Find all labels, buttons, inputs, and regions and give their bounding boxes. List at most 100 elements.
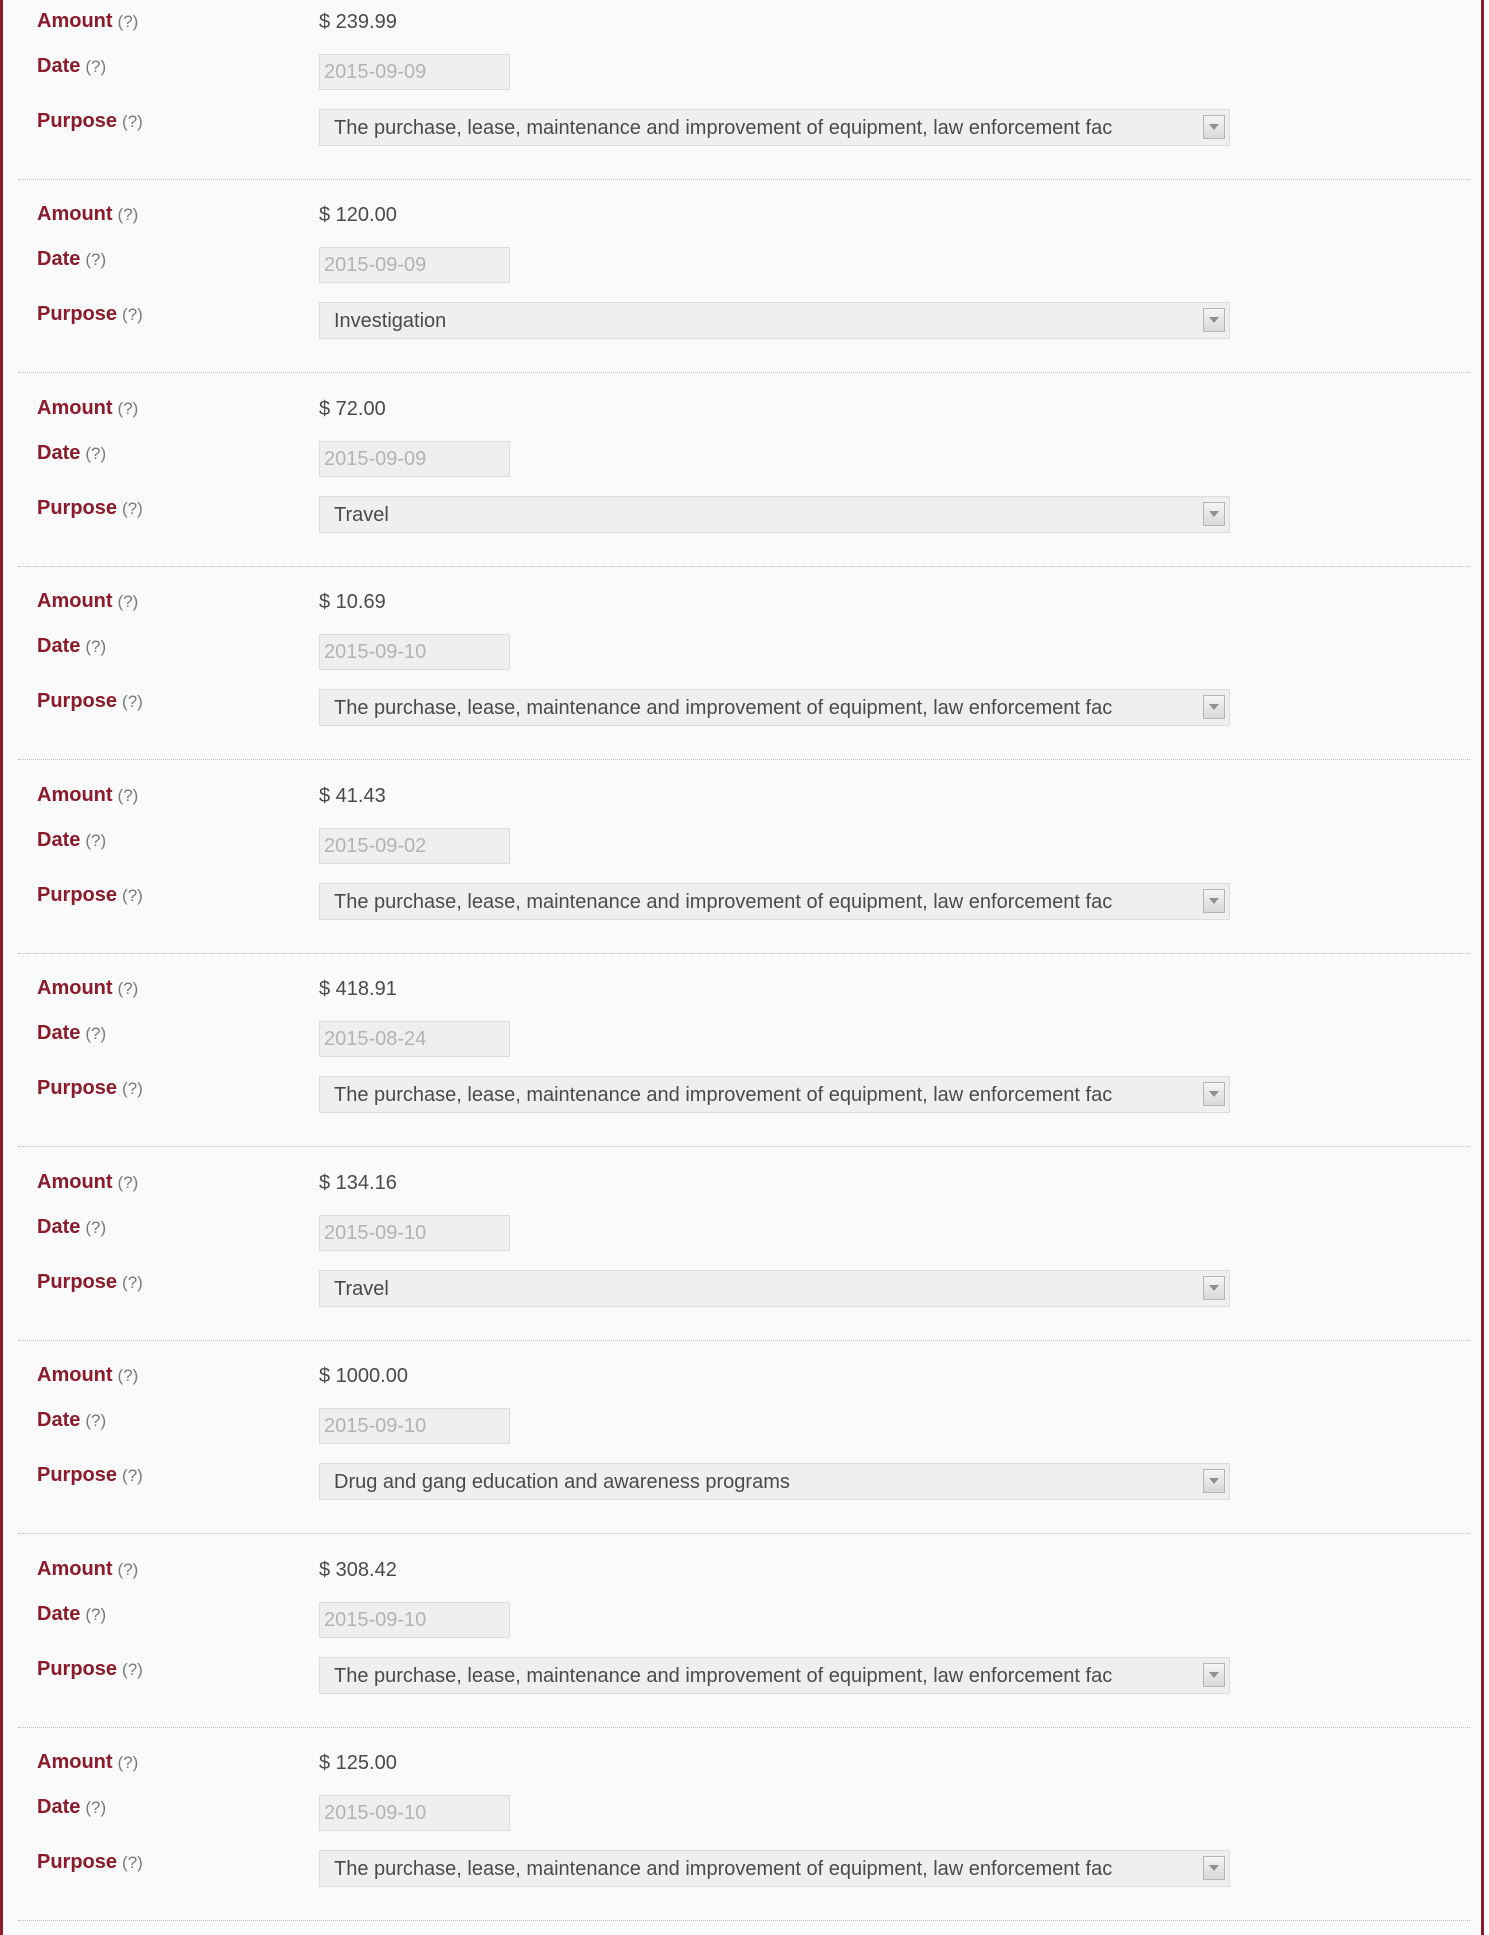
chevron-down-icon[interactable] (1203, 1082, 1225, 1106)
purpose-label: Purpose (?) (37, 1464, 143, 1486)
date-field[interactable]: 2015-08-24 (319, 1021, 510, 1057)
amount-label: Amount (?) (37, 1751, 139, 1773)
date-label: Date (?) (37, 248, 107, 270)
amount-help[interactable]: (?) (118, 1173, 139, 1192)
date-field[interactable]: 2015-09-10 (319, 1408, 510, 1444)
purpose-help[interactable]: (?) (122, 886, 143, 905)
purpose-select[interactable]: Travel (319, 496, 1230, 533)
purpose-label: Purpose (?) (37, 884, 143, 906)
amount-label: Amount (?) (37, 10, 139, 32)
date-help[interactable]: (?) (85, 57, 106, 76)
purpose-help[interactable]: (?) (122, 1660, 143, 1679)
expenditure-entry: Amount (?) $ 125.00 Date (?) 2015-09-10 Pu… (18, 1728, 1470, 1921)
amount-label: Amount (?) (37, 590, 139, 612)
date-help[interactable]: (?) (85, 250, 106, 269)
date-label: Date (?) (37, 442, 107, 464)
amount-help[interactable]: (?) (118, 1560, 139, 1579)
purpose-selected-value: The purchase, lease, maintenance and imp… (334, 1084, 1113, 1106)
date-field[interactable]: 2015-09-10 (319, 1215, 510, 1251)
date-help[interactable]: (?) (85, 1798, 106, 1817)
amount-label: Amount (?) (37, 784, 139, 806)
chevron-down-icon[interactable] (1203, 889, 1225, 913)
amount-help[interactable]: (?) (118, 399, 139, 418)
amount-help[interactable]: (?) (118, 12, 139, 31)
amount-help[interactable]: (?) (118, 1753, 139, 1772)
purpose-select[interactable]: Travel (319, 1270, 1230, 1307)
date-help[interactable]: (?) (85, 1218, 106, 1237)
purpose-selected-value: The purchase, lease, maintenance and imp… (334, 117, 1113, 139)
purpose-label: Purpose (?) (37, 690, 143, 712)
purpose-help[interactable]: (?) (122, 1853, 143, 1872)
purpose-label: Purpose (?) (37, 1077, 143, 1099)
chevron-down-icon[interactable] (1203, 308, 1225, 332)
amount-help[interactable]: (?) (118, 205, 139, 224)
date-label: Date (?) (37, 1022, 107, 1044)
date-help[interactable]: (?) (85, 1605, 106, 1624)
chevron-down-icon[interactable] (1203, 115, 1225, 139)
purpose-selected-value: The purchase, lease, maintenance and imp… (334, 697, 1113, 719)
purpose-label: Purpose (?) (37, 1271, 143, 1293)
date-help[interactable]: (?) (85, 1411, 106, 1430)
date-label: Date (?) (37, 1409, 107, 1431)
expenditure-panel: Amount (?) $ 239.99 Date (?) 2015-09-09 Pu… (0, 0, 1484, 1935)
chevron-down-icon[interactable] (1203, 1663, 1225, 1687)
purpose-selected-value: The purchase, lease, maintenance and imp… (334, 1665, 1113, 1687)
amount-value: $ 418.91 (319, 978, 397, 1000)
expenditure-entry: Amount (?) $ 10.69 Date (?) 2015-09-10 Pur… (18, 567, 1470, 760)
amount-value: $ 1000.00 (319, 1365, 408, 1387)
date-field[interactable]: 2015-09-02 (319, 828, 510, 864)
amount-value: $ 308.42 (319, 1559, 397, 1581)
purpose-label: Purpose (?) (37, 497, 143, 519)
date-field[interactable]: 2015-09-09 (319, 247, 510, 283)
expenditure-entry: Amount (?) $ 72.00 Date (?) 2015-09-09 Pur… (18, 374, 1470, 567)
purpose-help[interactable]: (?) (122, 112, 143, 131)
purpose-label: Purpose (?) (37, 1658, 143, 1680)
amount-help[interactable]: (?) (118, 1366, 139, 1385)
date-label: Date (?) (37, 635, 107, 657)
date-help[interactable]: (?) (85, 444, 106, 463)
date-field[interactable]: 2015-09-10 (319, 1602, 510, 1638)
purpose-select[interactable]: The purchase, lease, maintenance and imp… (319, 1076, 1230, 1113)
amount-value: $ 239.99 (319, 11, 397, 33)
date-help[interactable]: (?) (85, 1024, 106, 1043)
amount-label: Amount (?) (37, 397, 139, 419)
chevron-down-icon[interactable] (1203, 695, 1225, 719)
date-field[interactable]: 2015-09-10 (319, 1795, 510, 1831)
amount-value: $ 134.16 (319, 1172, 397, 1194)
amount-help[interactable]: (?) (118, 786, 139, 805)
purpose-select[interactable]: The purchase, lease, maintenance and imp… (319, 1657, 1230, 1694)
amount-label: Amount (?) (37, 1364, 139, 1386)
date-field[interactable]: 2015-09-09 (319, 54, 510, 90)
purpose-select[interactable]: The purchase, lease, maintenance and imp… (319, 883, 1230, 920)
date-label: Date (?) (37, 1603, 107, 1625)
amount-label: Amount (?) (37, 203, 139, 225)
date-help[interactable]: (?) (85, 831, 106, 850)
amount-help[interactable]: (?) (118, 592, 139, 611)
purpose-help[interactable]: (?) (122, 499, 143, 518)
purpose-help[interactable]: (?) (122, 692, 143, 711)
chevron-down-icon[interactable] (1203, 502, 1225, 526)
purpose-help[interactable]: (?) (122, 305, 143, 324)
amount-label: Amount (?) (37, 1558, 139, 1580)
expenditure-entry: Amount (?) $ 134.16 Date (?) 2015-09-10 Pu… (18, 1148, 1470, 1341)
purpose-help[interactable]: (?) (122, 1273, 143, 1292)
purpose-label: Purpose (?) (37, 110, 143, 132)
purpose-help[interactable]: (?) (122, 1079, 143, 1098)
chevron-down-icon[interactable] (1203, 1856, 1225, 1880)
purpose-select[interactable]: The purchase, lease, maintenance and imp… (319, 109, 1230, 146)
purpose-label: Purpose (?) (37, 303, 143, 325)
date-field[interactable]: 2015-09-10 (319, 634, 510, 670)
chevron-down-icon[interactable] (1203, 1276, 1225, 1300)
purpose-selected-value: Drug and gang education and awareness pr… (334, 1471, 790, 1493)
date-label: Date (?) (37, 55, 107, 77)
chevron-down-icon[interactable] (1203, 1469, 1225, 1493)
date-help[interactable]: (?) (85, 637, 106, 656)
expenditure-entry: Amount (?) $ 239.99 Date (?) 2015-09-09 Pu… (18, 0, 1470, 180)
purpose-select[interactable]: The purchase, lease, maintenance and imp… (319, 1850, 1230, 1887)
amount-help[interactable]: (?) (118, 979, 139, 998)
purpose-help[interactable]: (?) (122, 1466, 143, 1485)
purpose-select[interactable]: Investigation (319, 302, 1230, 339)
purpose-select[interactable]: Drug and gang education and awareness pr… (319, 1463, 1230, 1500)
date-field[interactable]: 2015-09-09 (319, 441, 510, 477)
purpose-select[interactable]: The purchase, lease, maintenance and imp… (319, 689, 1230, 726)
